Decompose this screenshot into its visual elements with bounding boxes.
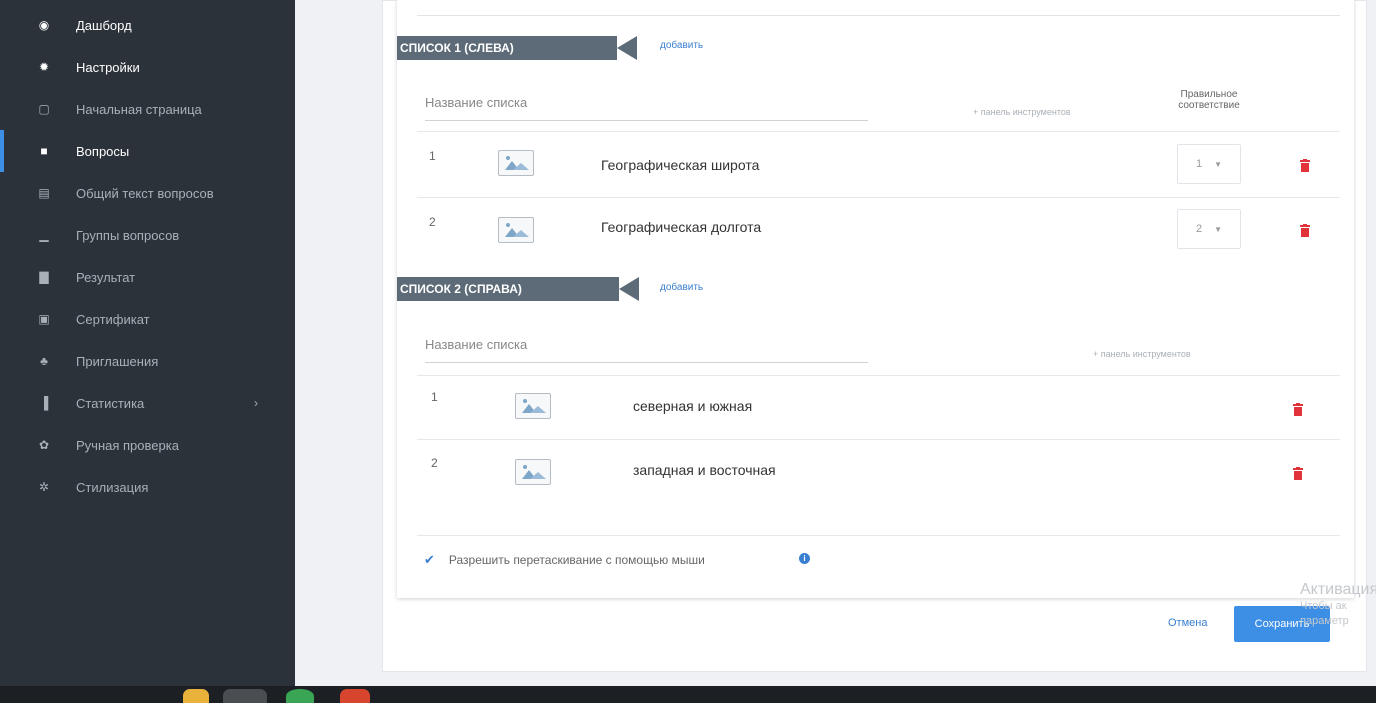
drag-option[interactable]: ✔ Разрешить перетаскивание с помощью мыш… (424, 552, 705, 568)
sidebar-item-label: Общий текст вопросов (76, 185, 214, 201)
row-divider (417, 535, 1340, 536)
section-title: СПИСОК 1 (СЛЕВА) (400, 41, 514, 55)
chrome-icon[interactable] (286, 689, 314, 703)
row-text[interactable]: западная и восточная (633, 462, 776, 478)
trash-icon[interactable] (1300, 224, 1310, 237)
section-tab-list-left: СПИСОК 1 (СЛЕВА) (397, 36, 637, 60)
watermark-line: Чтобы ак (1300, 600, 1347, 612)
checkmark-icon[interactable]: ✔ (424, 552, 435, 568)
taskbar-app-icon[interactable] (340, 689, 370, 703)
results-icon: ▇ (39, 270, 49, 284)
select-value: 2 (1196, 223, 1203, 235)
cancel-button[interactable]: Отмена (1168, 617, 1207, 629)
image-placeholder-icon[interactable] (498, 217, 534, 243)
row-divider (417, 439, 1340, 440)
trash-icon[interactable] (1293, 403, 1303, 416)
row-number: 2 (431, 456, 438, 470)
sidebar-item-label: Группы вопросов (76, 227, 180, 243)
image-placeholder-icon[interactable] (498, 150, 534, 176)
image-placeholder-icon[interactable] (515, 393, 551, 419)
sidebar-item[interactable]: ▁ Группы вопросов (0, 214, 295, 256)
windows-activation-watermark: Активация Чтобы ак параметр (1300, 581, 1376, 629)
sidebar-item-label: Начальная страница (76, 101, 202, 117)
bar-chart-icon: ▁ (39, 228, 49, 242)
sidebar-item[interactable]: ✹ Настройки (0, 46, 295, 88)
sidebar-item-label: Вопросы (76, 143, 130, 159)
sidebar-item-label: Ручная проверка (76, 437, 179, 453)
file-explorer-icon[interactable] (183, 689, 209, 703)
sidebar-item[interactable]: ▣ Сертификат (0, 298, 295, 340)
sidebar-item-label: Настройки (76, 59, 140, 75)
add-right-item-link[interactable]: добавить (660, 282, 703, 293)
sidebar-item-label: Сертификат (76, 311, 150, 327)
divider (417, 15, 1340, 16)
column-header-list-name: Название списка (425, 95, 528, 110)
sidebar-item[interactable]: ▇ Результат (0, 256, 295, 298)
row-text[interactable]: Географическая широта (601, 157, 759, 173)
section-tab-list-right: СПИСОК 2 (СПРАВА) (397, 277, 639, 301)
style-icon: ✲ (38, 480, 50, 494)
sidebar-item[interactable]: ▐ Статистика › (0, 382, 295, 424)
sidebar: ◉ Дашборд ✹ Настройки ▢ Начальная страница ■ Во… (0, 0, 295, 686)
sidebar-item[interactable]: ✲ Стилизация (0, 466, 295, 508)
row-number: 1 (431, 390, 438, 404)
column-underline (425, 120, 868, 121)
section-title: СПИСОК 2 (СПРАВА) (400, 282, 522, 296)
chevron-down-icon: ▼ (1214, 224, 1223, 234)
correct-match-select[interactable]: 1 ▼ (1177, 144, 1241, 184)
row-text[interactable]: Географическая долгота (601, 219, 761, 235)
document-icon: ▤ (38, 186, 50, 200)
row-text[interactable]: северная и южная (633, 398, 752, 414)
column-header-correct-match: Правильное соответствие (1178, 89, 1240, 111)
sidebar-item[interactable]: ◉ Дашборд (0, 4, 295, 46)
watermark-line: параметр (1300, 615, 1349, 627)
info-icon[interactable]: i (799, 553, 810, 564)
statistics-icon: ▐ (39, 396, 49, 410)
column-underline (425, 362, 868, 363)
row-number: 1 (429, 149, 436, 163)
row-number: 2 (429, 215, 436, 229)
sidebar-item-label: Дашборд (76, 17, 132, 33)
file-icon: ▢ (38, 102, 50, 116)
gear-icon: ✹ (38, 60, 50, 74)
sidebar-item-label: Стилизация (76, 479, 149, 495)
trash-icon[interactable] (1300, 159, 1310, 172)
sidebar-item-label: Приглашения (76, 353, 159, 369)
drag-option-label: Разрешить перетаскивание с помощью мыши (448, 553, 705, 567)
taskbar (0, 686, 1376, 703)
sidebar-item[interactable]: ✿ Ручная проверка (0, 424, 295, 466)
add-left-item-link[interactable]: добавить (660, 40, 703, 51)
row-divider (417, 197, 1340, 198)
sidebar-item[interactable]: ▢ Начальная страница (0, 88, 295, 130)
sidebar-item-label: Статистика (76, 395, 145, 411)
chevron-right-icon: › (254, 396, 258, 410)
watermark-line: Активация (1300, 581, 1376, 598)
correct-match-select[interactable]: 2 ▼ (1177, 209, 1241, 249)
users-icon: ♣ (40, 354, 48, 368)
dashboard-icon: ◉ (38, 18, 50, 32)
chevron-down-icon: ▼ (1214, 159, 1223, 169)
toolbar-toggle-link[interactable]: + панель инструментов (973, 107, 1071, 117)
sidebar-item-label: Результат (76, 269, 136, 285)
row-divider (417, 131, 1340, 132)
check-gear-icon: ✿ (38, 438, 50, 452)
column-header-list-name: Название списка (425, 337, 528, 352)
certificate-icon: ▣ (38, 312, 50, 326)
select-value: 1 (1196, 158, 1203, 170)
active-indicator (0, 130, 4, 172)
comment-icon: ■ (40, 144, 48, 158)
taskbar-app-icon[interactable] (223, 689, 267, 703)
row-divider (417, 375, 1340, 376)
toolbar-toggle-link[interactable]: + панель инструментов (1093, 349, 1191, 359)
image-placeholder-icon[interactable] (515, 459, 551, 485)
trash-icon[interactable] (1293, 467, 1303, 480)
sidebar-item[interactable]: ▤ Общий текст вопросов (0, 172, 295, 214)
sidebar-item[interactable]: ■ Вопросы (0, 130, 295, 172)
sidebar-item[interactable]: ♣ Приглашения (0, 340, 295, 382)
